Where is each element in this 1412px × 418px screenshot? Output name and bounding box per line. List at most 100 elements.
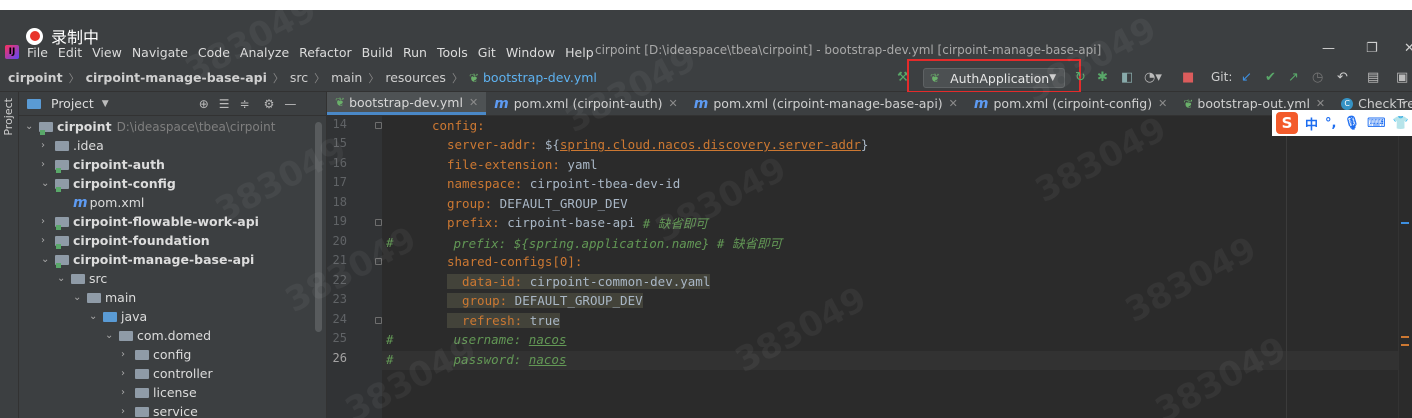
- yaml-value: DEFAULT_GROUP_DEV: [492, 196, 628, 211]
- line-number: 17: [332, 175, 347, 189]
- tree-item-pom[interactable]: m pom.xml: [73, 193, 144, 212]
- breadcrumb-resources[interactable]: resources: [385, 70, 446, 85]
- tab-pom-config[interactable]: m pom.xml (cirpoint-config) ✕: [966, 92, 1175, 115]
- rollback-icon[interactable]: ↶: [1337, 70, 1348, 85]
- project-structure-icon[interactable]: ▤: [1367, 70, 1379, 85]
- yaml-key: server-addr:: [447, 137, 538, 152]
- project-tool-tab[interactable]: Project: [2, 98, 15, 136]
- close-icon[interactable]: ✕: [1316, 97, 1325, 110]
- git-commit-icon[interactable]: ✔: [1265, 70, 1276, 85]
- gear-icon[interactable]: ⚙: [264, 97, 275, 111]
- code-line-19: prefix: cirpoint-base-api # 缺省即可: [447, 213, 708, 232]
- git-history-icon[interactable]: ◷: [1312, 70, 1323, 85]
- fold-marker-icon[interactable]: [375, 122, 382, 129]
- close-window-icon[interactable]: ✕: [1404, 41, 1412, 56]
- breadcrumb-src[interactable]: src: [290, 70, 308, 85]
- coverage-icon[interactable]: ◧: [1121, 70, 1133, 85]
- menu-analyze[interactable]: Analyze: [240, 45, 289, 60]
- chevron-down-icon[interactable]: ▼: [102, 99, 109, 109]
- menu-run[interactable]: Run: [403, 45, 427, 60]
- collapse-all-icon[interactable]: ≑: [240, 97, 250, 111]
- folder-icon: [87, 292, 101, 303]
- menu-navigate[interactable]: Navigate: [132, 45, 188, 60]
- yaml-value: yaml: [559, 157, 598, 172]
- tree-item-license[interactable]: › license: [121, 383, 197, 402]
- close-icon[interactable]: ✕: [949, 97, 958, 110]
- tree-label: cirpoint-foundation: [73, 233, 210, 248]
- microphone-icon[interactable]: 🎙: [1343, 116, 1360, 131]
- ime-mode[interactable]: 中: [1305, 114, 1318, 133]
- ime-punctuation[interactable]: °,: [1325, 116, 1336, 131]
- editor-scrollbar[interactable]: [1398, 116, 1412, 418]
- fold-marker-icon[interactable]: [375, 317, 382, 324]
- project-scrollbar[interactable]: [315, 122, 322, 332]
- fold-marker-icon[interactable]: [375, 258, 382, 265]
- tree-label: .idea: [73, 138, 104, 153]
- yaml-key: file-extension:: [447, 157, 560, 172]
- close-icon[interactable]: ✕: [469, 96, 478, 109]
- breadcrumb-module[interactable]: cirpoint-manage-base-api: [86, 70, 267, 85]
- profile-icon[interactable]: ◔▾: [1144, 70, 1162, 85]
- tree-item-manage-base-api[interactable]: ⌄ cirpoint-manage-base-api: [41, 250, 254, 269]
- recording-indicator: 录制中: [26, 24, 99, 48]
- restore-icon[interactable]: ❐: [1366, 41, 1378, 56]
- yaml-key: group:: [447, 196, 493, 211]
- hide-icon[interactable]: —: [284, 97, 296, 111]
- tree-item-idea[interactable]: › .idea: [41, 136, 104, 155]
- tree-item-cirpoint-config[interactable]: ⌄ cirpoint-config: [41, 174, 176, 193]
- keyboard-icon[interactable]: ⌨: [1367, 116, 1386, 131]
- menu-code[interactable]: Code: [198, 45, 230, 60]
- sogou-logo-icon[interactable]: S: [1276, 112, 1298, 134]
- property-reference[interactable]: spring.cloud.nacos.discovery.server-addr: [560, 137, 861, 152]
- chevron-down-icon: ⌄: [41, 178, 50, 189]
- close-icon[interactable]: ✕: [1158, 97, 1167, 110]
- menu-build[interactable]: Build: [362, 45, 393, 60]
- skin-icon[interactable]: 👕: [1393, 116, 1409, 131]
- menu-tools[interactable]: Tools: [437, 45, 468, 60]
- git-push-icon[interactable]: ↗: [1288, 70, 1299, 85]
- code-editor[interactable]: config: server-addr: ${spring.cloud.naco…: [382, 116, 1412, 418]
- expand-all-icon[interactable]: ☰: [219, 97, 230, 111]
- project-panel-title[interactable]: Project: [51, 96, 94, 111]
- tab-pom-manage-base-api[interactable]: m pom.xml (cirpoint-manage-base-api) ✕: [686, 92, 966, 115]
- module-folder-icon: [39, 121, 53, 135]
- close-icon[interactable]: ✕: [669, 97, 678, 110]
- tab-bootstrap-dev[interactable]: ❦ bootstrap-dev.yml ✕: [327, 92, 487, 115]
- locate-icon[interactable]: ⊕: [199, 97, 209, 111]
- tree-item-foundation[interactable]: › cirpoint-foundation: [41, 231, 210, 250]
- breadcrumb-file[interactable]: bootstrap-dev.yml: [483, 70, 597, 85]
- code-line-16: file-extension: yaml: [447, 155, 598, 174]
- tree-item-main[interactable]: ⌄ main: [73, 288, 136, 307]
- breadcrumb-cirpoint[interactable]: cirpoint: [8, 70, 63, 85]
- minimize-icon[interactable]: —: [1322, 41, 1335, 56]
- toolbox-icon[interactable]: ▣: [1396, 70, 1408, 85]
- yaml-comment: # 缺省即可: [642, 216, 708, 231]
- tree-path: D:\ideaspace\tbea\cirpoint: [116, 119, 276, 134]
- rerun-icon[interactable]: ↻: [1075, 70, 1086, 85]
- tree-item-service[interactable]: › service: [121, 402, 198, 418]
- stop-icon[interactable]: ■: [1182, 70, 1194, 85]
- tree-item-controller[interactable]: › controller: [121, 364, 213, 383]
- tab-pom-auth[interactable]: m pom.xml (cirpoint-auth) ✕: [486, 92, 686, 115]
- fold-marker-icon[interactable]: [375, 219, 382, 226]
- tree-item-cirpoint-auth[interactable]: › cirpoint-auth: [41, 155, 165, 174]
- code-line-26: # password: nacos: [386, 350, 566, 369]
- tree-item-com-domed[interactable]: ⌄ com.domed: [105, 326, 211, 345]
- menu-refactor[interactable]: Refactor: [299, 45, 351, 60]
- spring-leaf-icon: ❦: [930, 71, 941, 85]
- debug-icon[interactable]: ✱: [1097, 70, 1108, 85]
- tree-item-src[interactable]: ⌄ src: [57, 269, 107, 288]
- tree-item-java[interactable]: ⌄ java: [89, 307, 147, 326]
- menu-help[interactable]: Help: [565, 45, 594, 60]
- breadcrumb-main[interactable]: main: [331, 70, 362, 85]
- git-update-icon[interactable]: ↙: [1241, 70, 1252, 85]
- run-config-select[interactable]: ❦ AuthApplication ▼: [923, 68, 1065, 88]
- chevron-down-icon: ⌄: [25, 121, 34, 132]
- menu-git[interactable]: Git: [478, 45, 496, 60]
- chevron-down-icon[interactable]: ⌄: [1400, 96, 1408, 107]
- tree-item-config[interactable]: › config: [121, 345, 191, 364]
- tree-item-cirpoint[interactable]: ⌄ cirpoint D:\ideaspace\tbea\cirpoint: [25, 117, 275, 136]
- chevron-down-icon: ⌄: [105, 330, 114, 341]
- menu-window[interactable]: Window: [506, 45, 555, 60]
- tree-item-flowable[interactable]: › cirpoint-flowable-work-api: [41, 212, 259, 231]
